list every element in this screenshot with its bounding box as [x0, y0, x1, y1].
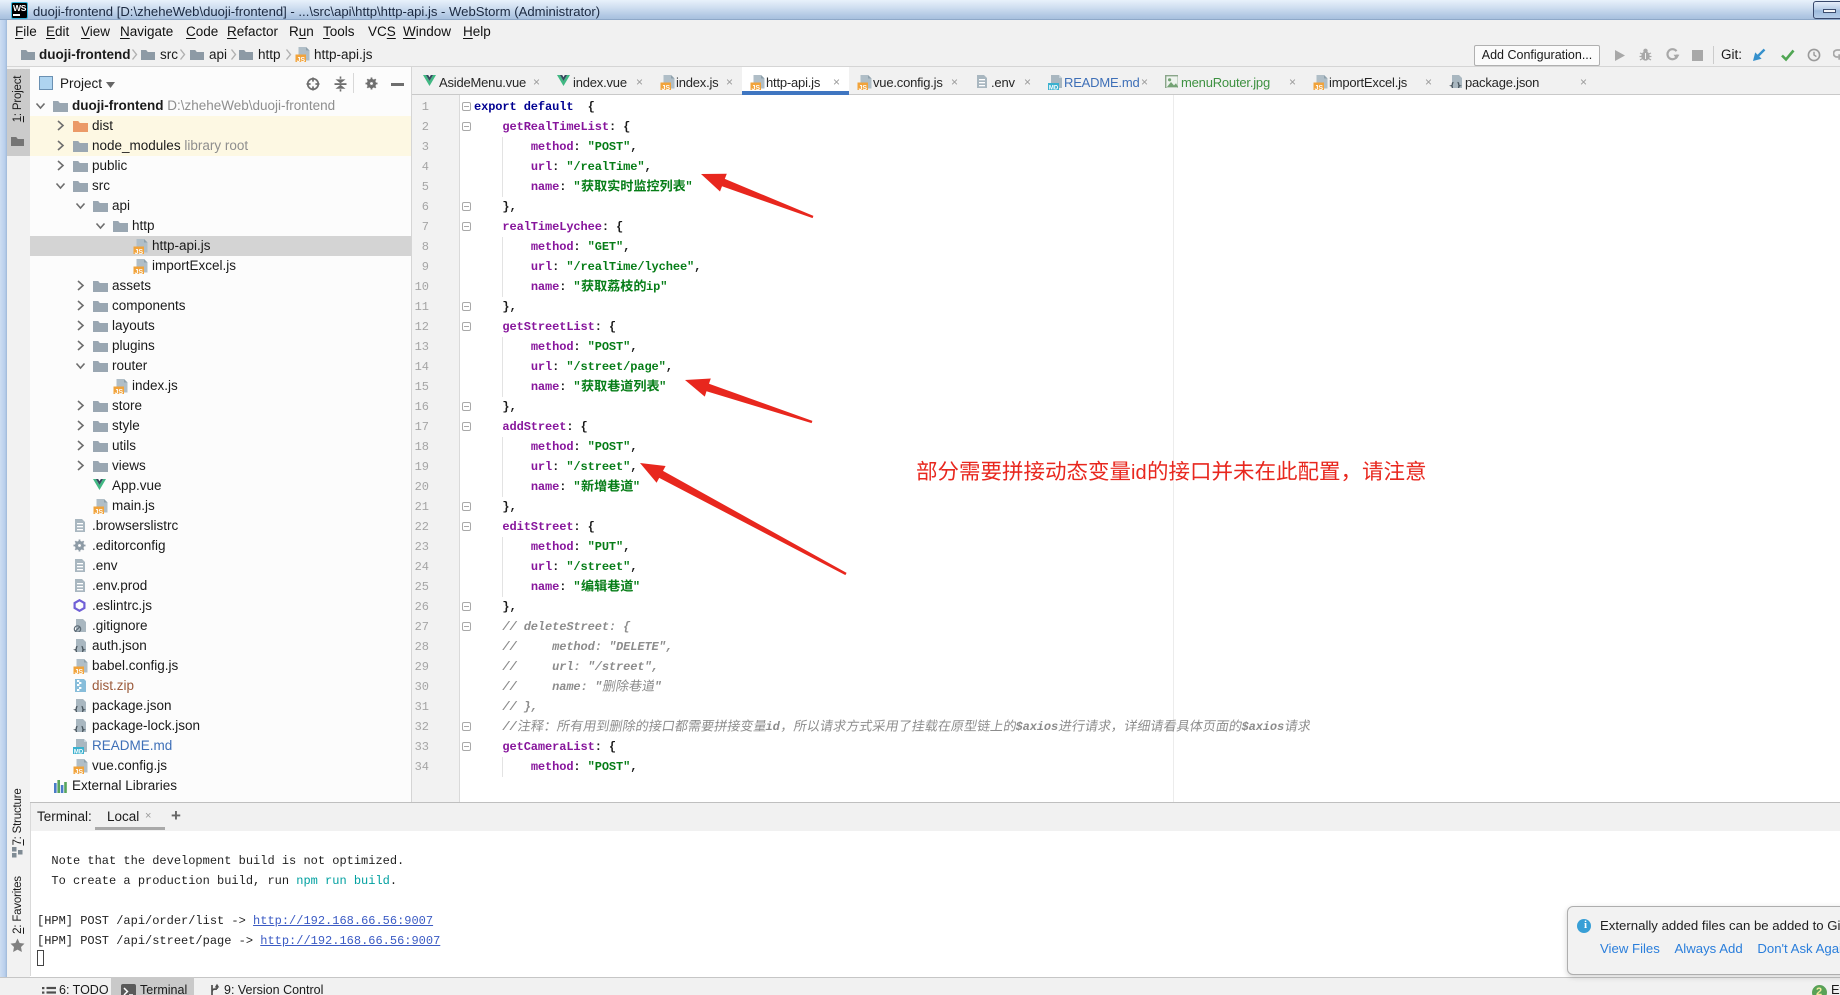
svg-text:JS: JS [135, 249, 144, 254]
svg-text:JS: JS [752, 85, 761, 90]
svg-text:MD: MD [74, 750, 84, 755]
svg-text:JS: JS [135, 269, 144, 274]
svg-text:JS: JS [75, 769, 84, 774]
svg-text:JS: JS [75, 669, 84, 674]
svg-text:JS: JS [1315, 85, 1324, 90]
svg-text:JS: JS [859, 85, 868, 90]
svg-text:JS: JS [662, 85, 671, 90]
svg-text:JS: JS [297, 57, 306, 62]
svg-text:JS: JS [115, 389, 124, 394]
svg-text:MD: MD [1049, 86, 1059, 91]
svg-text:JS: JS [95, 509, 104, 514]
